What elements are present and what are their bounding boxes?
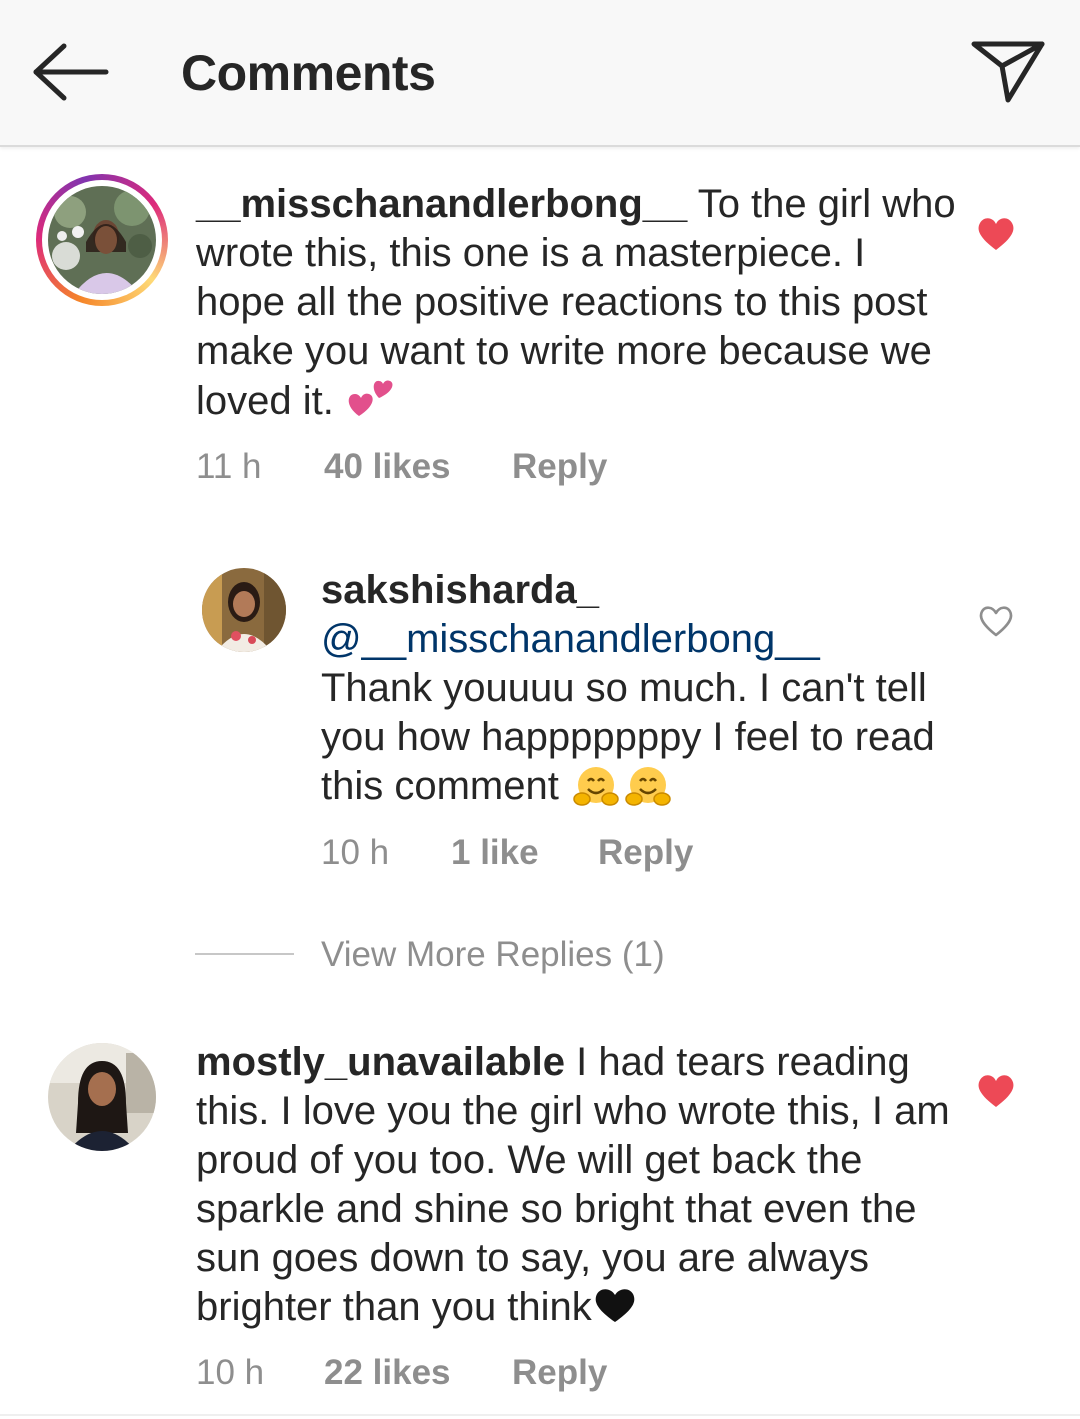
- reply-button[interactable]: Reply: [512, 1353, 607, 1393]
- comment-likes[interactable]: 40 likes: [324, 447, 451, 487]
- black-heart-icon: [592, 1285, 638, 1329]
- hugging-face-icon: [570, 764, 674, 808]
- comment-username[interactable]: mostly_unavailable: [196, 1040, 565, 1084]
- comment-meta: 11 h 40 likes Reply: [196, 447, 896, 491]
- reply-text: sakshisharda_ @__misschanandlerbong__ Th…: [321, 566, 961, 811]
- reply-mention[interactable]: @__misschanandlerbong__: [321, 615, 961, 664]
- view-more-replies-button[interactable]: View More Replies (1): [321, 935, 665, 975]
- comment-likes[interactable]: 22 likes: [324, 1353, 451, 1393]
- reply-time: 10 h: [321, 833, 390, 872]
- avatar[interactable]: [48, 1043, 156, 1151]
- avatar[interactable]: [202, 568, 286, 652]
- reply-meta: 10 h 1 like Reply: [321, 833, 921, 877]
- paper-plane-icon[interactable]: [968, 36, 1048, 108]
- heart-outline-icon[interactable]: [976, 603, 1016, 639]
- reply-button[interactable]: Reply: [512, 447, 607, 487]
- arrow-left-icon[interactable]: [28, 36, 112, 108]
- divider: [0, 1414, 1080, 1416]
- comment-time: 10 h: [196, 1353, 265, 1392]
- top-bar: Comments: [0, 0, 1080, 147]
- avatar[interactable]: [48, 186, 156, 294]
- page-title: Comments: [181, 45, 436, 101]
- divider: [195, 953, 294, 955]
- reply-likes[interactable]: 1 like: [451, 833, 539, 873]
- reply-button[interactable]: Reply: [598, 833, 693, 873]
- two-hearts-icon: [345, 379, 397, 423]
- comment-text: __misschanandlerbong__ To the girl who w…: [196, 180, 956, 426]
- reply-username[interactable]: sakshisharda_: [321, 566, 961, 615]
- comment-username[interactable]: __misschanandlerbong__: [196, 182, 687, 226]
- comment-text: mostly_unavailable I had tears reading t…: [196, 1038, 956, 1332]
- heart-filled-icon[interactable]: [976, 216, 1016, 252]
- comment-meta: 10 h 22 likes Reply: [196, 1353, 896, 1397]
- heart-filled-icon[interactable]: [976, 1073, 1016, 1109]
- comment-time: 11 h: [196, 447, 262, 486]
